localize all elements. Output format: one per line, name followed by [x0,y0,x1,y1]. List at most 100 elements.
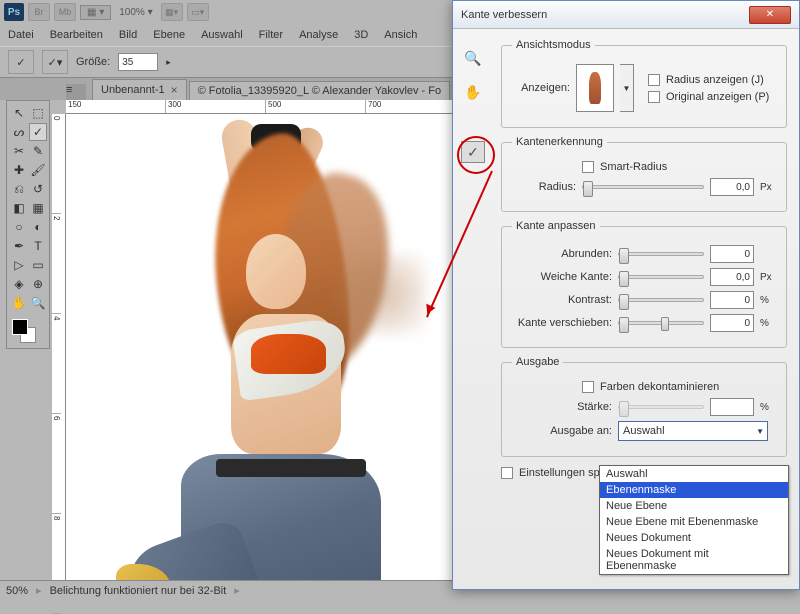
refine-radius-tool[interactable]: ✓ [461,141,485,163]
blur-tool[interactable]: ○ [10,218,28,236]
output-group: Ausgabe Farben dekontaminieren Stärke:% … [501,356,787,457]
size-stepper[interactable]: ▸ [166,57,171,68]
status-zoom[interactable]: 50% [6,585,28,597]
quick-select-tool[interactable]: ✓ [29,123,47,141]
3d-tool[interactable]: ◈ [10,275,28,293]
document-tab-2[interactable]: © Fotolia_13395920_L © Alexander Yakovle… [189,81,451,100]
screen-mode[interactable]: ▦ ▾ [80,5,111,20]
hand-icon[interactable]: ✋ [461,81,485,103]
close-icon[interactable]: × [171,83,178,97]
zoom-level[interactable]: 100% ▾ [115,7,156,18]
tab-dropdown[interactable]: ≡ [66,84,86,100]
amount-slider [618,405,704,409]
path-select-tool[interactable]: ▷ [10,256,28,274]
eraser-tool[interactable]: ◧ [10,199,28,217]
contrast-label: Kontrast: [512,294,612,306]
screen-button[interactable]: ▭▾ [187,3,209,21]
radius-label: Radius: [512,181,576,193]
menu-edit[interactable]: Bearbeiten [50,29,103,41]
dodge-tool[interactable]: ◐ [29,218,47,236]
show-radius-label: Radius anzeigen (J) [666,74,764,86]
dropdown-option[interactable]: Neues Dokument mit Ebenenmaske [600,546,788,574]
refine-edge-dialog: Kante verbessern ✕ 🔍 ✋ ✓ Ansichtsmodus A… [452,0,800,590]
minibridge-button[interactable]: Mb [54,3,76,21]
feather-slider[interactable] [618,275,704,279]
toolbox: ↖ ⬚ ᔕ ✓ ✂ ✎ ✚ 🖌 ⎌ ↺ ◧ ▦ ○ ◐ ✒ T ▷ ▭ ◈ ⊕ … [6,100,50,349]
adjust-edge-group: Kante anpassen Abrunden: Weiche Kante:Px… [501,220,787,348]
show-radius-checkbox[interactable] [648,74,660,86]
menu-filter[interactable]: Filter [259,29,283,41]
smart-radius-label: Smart-Radius [600,161,667,173]
smooth-label: Abrunden: [512,248,612,260]
menu-view[interactable]: Ansich [384,29,417,41]
document-tab-1[interactable]: Unbenannt-1× [92,79,187,100]
dropdown-option[interactable]: Auswahl [600,466,788,482]
photo-content [76,114,466,580]
bridge-button[interactable]: Br [28,3,50,21]
smooth-slider[interactable] [618,252,704,256]
amount-label: Stärke: [512,401,612,413]
contrast-slider[interactable] [618,298,704,302]
photoshop-icon: Ps [4,3,24,21]
dropdown-option[interactable]: Neue Ebene [600,498,788,514]
smart-radius-checkbox[interactable] [582,161,594,173]
view-preview[interactable] [576,64,614,112]
menu-layer[interactable]: Ebene [153,29,185,41]
dropdown-option-selected[interactable]: Ebenenmaske [600,482,788,498]
hand-tool[interactable]: ✋ [10,294,28,312]
shape-tool[interactable]: ▭ [29,256,47,274]
size-label: Größe: [76,56,110,68]
dropdown-option[interactable]: Neue Ebene mit Ebenenmaske [600,514,788,530]
lasso-tool[interactable]: ᔕ [10,123,28,141]
move-tool[interactable]: ↖ [10,104,28,122]
healing-tool[interactable]: ✚ [10,161,28,179]
type-tool[interactable]: T [29,237,47,255]
amount-input [710,398,754,416]
output-dropdown: Auswahl Ebenenmaske Neue Ebene Neue Eben… [599,465,789,575]
menu-file[interactable]: Datei [8,29,34,41]
edge-detection-group: Kantenerkennung Smart-Radius Radius:Px [501,136,787,212]
marquee-tool[interactable]: ⬚ [29,104,47,122]
radius-slider[interactable] [582,185,704,189]
menu-3d[interactable]: 3D [354,29,368,41]
color-swatch[interactable] [10,317,47,345]
history-brush-tool[interactable]: ↺ [29,180,47,198]
show-label: Anzeigen: [512,82,570,94]
decontaminate-checkbox[interactable] [582,381,594,393]
eyedropper-tool[interactable]: ✎ [29,142,47,160]
feather-input[interactable] [710,268,754,286]
remember-settings-checkbox[interactable] [501,467,513,479]
brush-tool[interactable]: 🖌 [29,161,47,179]
shift-input[interactable] [710,314,754,332]
shift-slider[interactable] [618,321,704,325]
crop-tool[interactable]: ✂ [10,142,28,160]
current-tool-icon[interactable]: ✓ [8,50,34,74]
size-input[interactable] [118,53,158,71]
stamp-tool[interactable]: ⎌ [10,180,28,198]
view-dropdown[interactable]: ▼ [620,64,634,112]
pen-tool[interactable]: ✒ [10,237,28,255]
zoom-tool[interactable]: 🔍 [29,294,47,312]
refine-brush-icon[interactable]: ✓▾ [42,50,68,74]
dropdown-option[interactable]: Neues Dokument [600,530,788,546]
menu-image[interactable]: Bild [119,29,137,41]
gradient-tool[interactable]: ▦ [29,199,47,217]
smooth-input[interactable] [710,245,754,263]
dialog-close-button[interactable]: ✕ [749,6,791,24]
output-to-label: Ausgabe an: [512,425,612,437]
ruler-vertical: 02468 [52,114,66,580]
status-info: Belichtung funktioniert nur bei 32-Bit [50,585,227,597]
menu-analysis[interactable]: Analyse [299,29,338,41]
feather-label: Weiche Kante: [512,271,612,283]
show-original-checkbox[interactable] [648,91,660,103]
menu-select[interactable]: Auswahl [201,29,243,41]
decontaminate-label: Farben dekontaminieren [600,381,719,393]
radius-input[interactable] [710,178,754,196]
output-combo[interactable]: Auswahl [618,421,768,441]
show-original-label: Original anzeigen (P) [666,91,769,103]
3d-camera-tool[interactable]: ⊕ [29,275,47,293]
arrange-button[interactable]: ▦▾ [161,3,183,21]
zoom-icon[interactable]: 🔍 [461,47,485,69]
dialog-title: Kante verbessern [461,9,547,21]
contrast-input[interactable] [710,291,754,309]
